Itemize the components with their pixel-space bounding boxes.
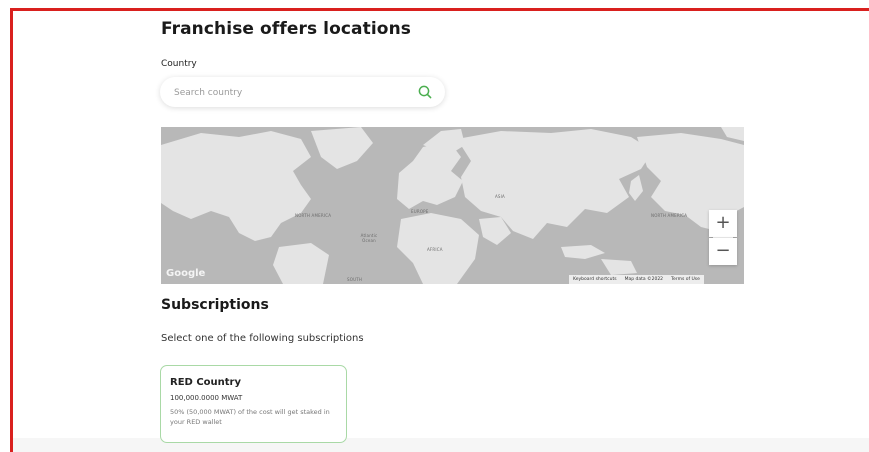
- country-label: Country: [161, 59, 197, 69]
- world-map[interactable]: NORTH AMERICA EUROPE ASIA AFRICA NORTH A…: [161, 127, 744, 284]
- subscriptions-hint: Select one of the following subscription…: [161, 333, 364, 344]
- subscriptions-title: Subscriptions: [161, 297, 269, 313]
- subscription-card-amount: 100,000.0000 MWAT: [170, 394, 243, 402]
- map-label-north-america-right: NORTH AMERICA: [651, 213, 688, 218]
- search-icon[interactable]: [417, 84, 433, 100]
- keyboard-shortcuts-link[interactable]: Keyboard shortcuts: [569, 277, 621, 282]
- map-footer: Keyboard shortcuts Map data ©2022 Terms …: [569, 275, 704, 284]
- terms-of-use-link[interactable]: Terms of Use: [667, 277, 704, 282]
- bottom-band: [13, 438, 869, 452]
- map-label-africa: AFRICA: [427, 247, 443, 252]
- map-label-asia: ASIA: [495, 194, 505, 199]
- map-label-south: SOUTH: [347, 277, 363, 282]
- map-label-ocean: Atlantic Ocean: [360, 233, 378, 243]
- zoom-in-button[interactable]: +: [709, 210, 737, 237]
- zoom-out-button[interactable]: −: [709, 238, 737, 265]
- map-label-north-america-left: NORTH AMERICA: [295, 213, 332, 218]
- world-map-land: [161, 127, 744, 284]
- zoom-divider: [713, 237, 733, 238]
- map-data-text: Map data ©2022: [624, 277, 664, 282]
- subscription-card-red-country[interactable]: RED Country 100,000.0000 MWAT 50% (50,00…: [160, 365, 347, 443]
- google-logo[interactable]: Google: [166, 268, 205, 279]
- page-title: Franchise offers locations: [161, 19, 411, 39]
- red-frame-top: [10, 8, 869, 11]
- country-search-box[interactable]: [160, 77, 445, 107]
- subscription-card-note: 50% (50,000 MWAT) of the cost will get s…: [170, 408, 330, 426]
- subscription-card-title: RED Country: [170, 377, 241, 388]
- red-frame-left: [10, 8, 13, 452]
- map-label-europe: EUROPE: [411, 209, 429, 214]
- country-search-input[interactable]: [172, 84, 401, 102]
